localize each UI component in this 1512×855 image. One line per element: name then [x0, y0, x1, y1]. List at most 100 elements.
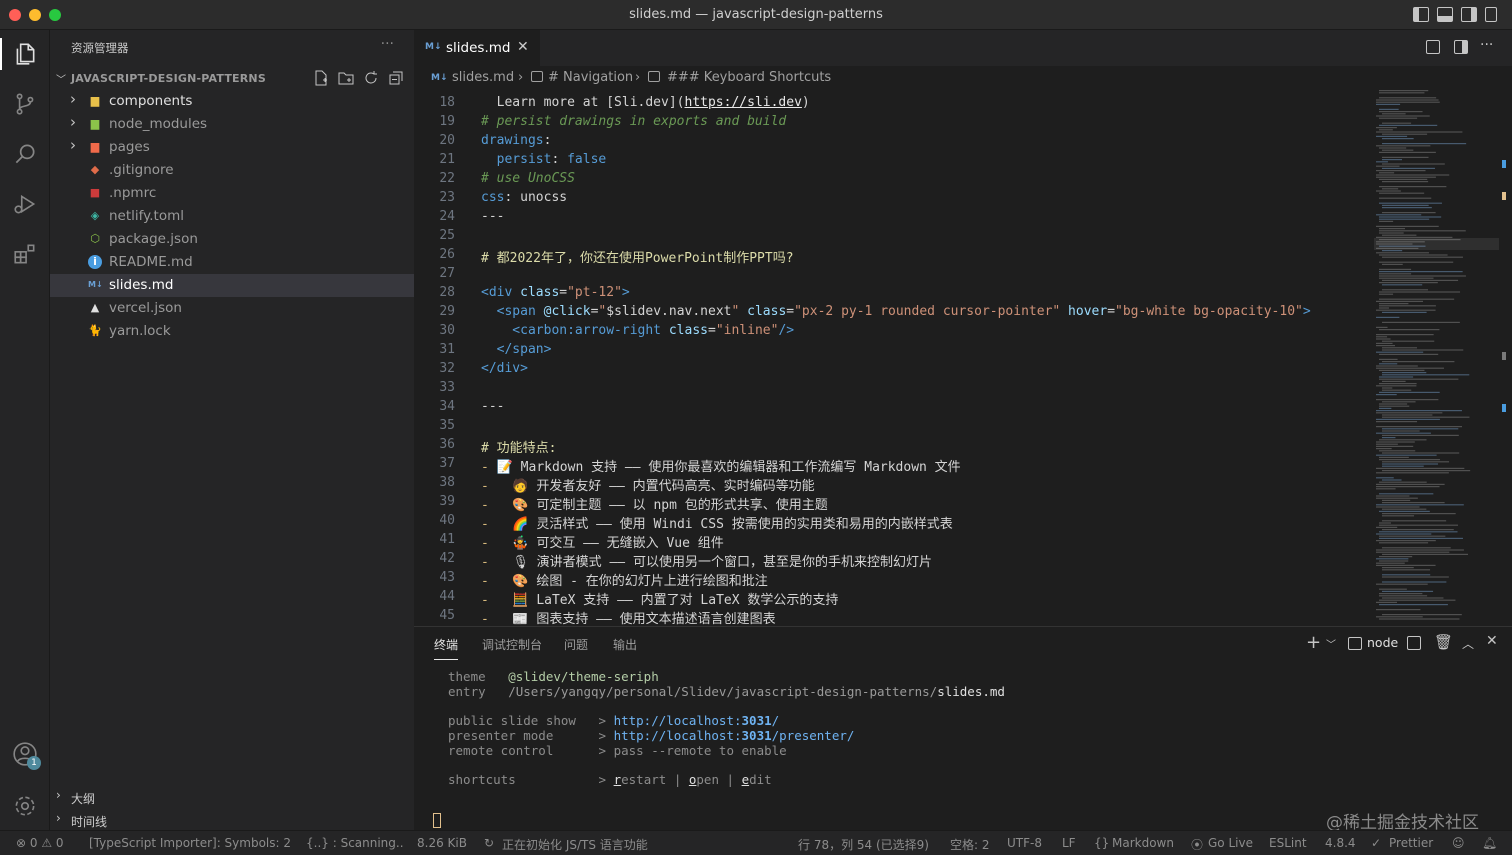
- close-panel-icon[interactable]: ✕: [1486, 633, 1498, 649]
- toggle-panel-icon[interactable]: [1437, 7, 1453, 22]
- refresh-icon[interactable]: [363, 70, 379, 86]
- line-number: 35: [439, 418, 455, 433]
- close-tab-icon[interactable]: ✕: [517, 39, 529, 55]
- tree-item-label: node_modules: [109, 116, 208, 132]
- split-editor-icon[interactable]: [1454, 40, 1468, 54]
- settings-gear-icon[interactable]: [11, 792, 39, 820]
- code-text: <div class="pt-12">: [481, 285, 630, 300]
- breadcrumb-subsection[interactable]: ### Keyboard Shortcuts: [667, 70, 831, 85]
- broadcast-icon: ⦿: [1191, 838, 1204, 852]
- code-text: - 📝 Markdown 支持 —— 使用你最喜欢的编辑器和工作流编写 Mark…: [481, 456, 961, 475]
- code-text: - 🧑 开发者友好 —— 内置代码高亮、实时编码等功能: [481, 475, 815, 494]
- tab-terminal[interactable]: 终端: [434, 636, 459, 660]
- active-indicator: [0, 38, 2, 70]
- prettier-status[interactable]: Prettier: [1389, 836, 1433, 850]
- terminal-line-public: public slide show > http://localhost:303…: [448, 713, 780, 728]
- line-number: 36: [439, 437, 455, 452]
- feedback-icon[interactable]: ☺: [1452, 836, 1465, 850]
- npm-icon: ■: [89, 186, 101, 199]
- tree-item[interactable]: ◆ .gitignore: [50, 159, 414, 182]
- chevron-right-icon: ›: [56, 788, 61, 802]
- tree-item[interactable]: › ▆ node_modules: [50, 113, 414, 136]
- search-icon[interactable]: [11, 140, 39, 168]
- tree-item[interactable]: 🐈 yarn.lock: [50, 320, 414, 343]
- code-token: # 都2022年了，你还在使用PowerPoint制作PPT吗?: [481, 251, 794, 266]
- code-token: # persist drawings in exports and build: [481, 114, 787, 129]
- code-token: -: [481, 593, 513, 608]
- more-actions-icon[interactable]: ···: [381, 36, 394, 52]
- terminal-name[interactable]: node: [1367, 635, 1398, 650]
- tab-problems[interactable]: 问题: [564, 636, 588, 653]
- file-size-status: 8.26 KiB: [417, 836, 467, 850]
- timeline-section[interactable]: › 时间线: [50, 809, 414, 831]
- extensions-icon[interactable]: [11, 240, 39, 268]
- source-control-icon[interactable]: [11, 90, 39, 118]
- importer-status[interactable]: [TypeScript Importer]: Symbols: 2: [89, 836, 291, 850]
- more-actions-icon[interactable]: ···: [1480, 37, 1493, 53]
- tree-item[interactable]: › ▆ components: [50, 90, 414, 113]
- code-token: -: [481, 612, 513, 626]
- code-line: 20 drawings:: [414, 133, 1374, 152]
- tree-item[interactable]: M↓ slides.md: [50, 274, 414, 297]
- tab-output[interactable]: 输出: [613, 636, 637, 653]
- eslint-status[interactable]: ESLint: [1269, 836, 1307, 850]
- code-token: : unocss: [504, 190, 568, 205]
- version-status[interactable]: 4.8.4: [1325, 836, 1356, 850]
- trash-icon[interactable]: 🗑: [1434, 633, 1453, 651]
- customize-layout-icon[interactable]: [1485, 7, 1497, 22]
- tree-item[interactable]: i README.md: [50, 251, 414, 274]
- chevron-down-icon[interactable]: ﹀: [1326, 636, 1336, 651]
- new-terminal-icon[interactable]: +: [1306, 632, 1321, 653]
- encoding-status[interactable]: UTF-8: [1007, 836, 1042, 850]
- collapse-all-icon[interactable]: [388, 70, 404, 86]
- notifications-bell-icon[interactable]: 🔔︎: [1482, 836, 1497, 850]
- line-number: 19: [439, 114, 455, 129]
- new-folder-icon[interactable]: [338, 70, 354, 86]
- line-number: 30: [439, 323, 455, 338]
- project-header[interactable]: ﹀ JAVASCRIPT-DESIGN-PATTERNS: [50, 68, 414, 90]
- tab-slides-md[interactable]: M↓ slides.md ✕: [414, 30, 540, 66]
- tree-item[interactable]: ⬡ package.json: [50, 228, 414, 251]
- tree-item[interactable]: ◈ netlify.toml: [50, 205, 414, 228]
- language-init-status[interactable]: 正在初始化 JS/TS 语言功能: [502, 836, 648, 853]
- editor-tabs: M↓ slides.md ✕ ···: [414, 30, 1512, 66]
- terminal-line-shortcuts: shortcuts > restart | open | edit: [448, 772, 772, 787]
- toggle-sidebar-icon[interactable]: [1413, 7, 1429, 22]
- outline-section[interactable]: › 大纲: [50, 786, 414, 808]
- problems-status[interactable]: ⊗ 0 ⚠ 0: [16, 836, 64, 850]
- minimap[interactable]: [1374, 90, 1512, 626]
- eol-status[interactable]: LF: [1062, 836, 1076, 850]
- go-live-status[interactable]: Go Live: [1208, 836, 1253, 850]
- explorer-icon[interactable]: [11, 40, 39, 68]
- line-number: 37: [439, 456, 455, 471]
- tree-item[interactable]: › ▆ pages: [50, 136, 414, 159]
- line-number: 28: [439, 285, 455, 300]
- breadcrumb-section[interactable]: # Navigation: [548, 70, 633, 85]
- tree-item-label: yarn.lock: [109, 323, 171, 339]
- code-line: 27: [414, 266, 1374, 285]
- code-line: 29 <span @click="$slidev.nav.next" class…: [414, 304, 1374, 323]
- terminal-icon: [1348, 637, 1362, 650]
- account-icon[interactable]: 1: [11, 740, 41, 770]
- scanning-status[interactable]: {..} : Scanning..: [306, 836, 404, 850]
- language-mode-status[interactable]: Markdown: [1112, 836, 1174, 850]
- code-editor[interactable]: 18 Learn more at [Sli.dev](https://sli.d…: [414, 90, 1374, 626]
- toggle-secondary-sidebar-icon[interactable]: [1461, 7, 1477, 22]
- code-token: :: [543, 133, 552, 148]
- open-preview-icon[interactable]: [1426, 40, 1440, 54]
- code-line: 32 </div>: [414, 361, 1374, 380]
- tree-item[interactable]: ■ .npmrc: [50, 182, 414, 205]
- code-line: 23 css: unocss: [414, 190, 1374, 209]
- indentation-status[interactable]: 空格: 2: [950, 836, 990, 853]
- code-line: 41 - 🤹 可交互 —— 无缝嵌入 Vue 组件: [414, 532, 1374, 551]
- split-terminal-icon[interactable]: [1407, 636, 1421, 650]
- maximize-panel-icon[interactable]: ︿: [1462, 635, 1474, 652]
- new-file-icon[interactable]: [313, 70, 329, 86]
- chevron-right-icon: ›: [70, 113, 76, 131]
- tree-item[interactable]: ▲ vercel.json: [50, 297, 414, 320]
- run-debug-icon[interactable]: [11, 190, 39, 218]
- terminal-line-entry: entry /Users/yangqy/personal/Slidev/java…: [448, 684, 1005, 699]
- breadcrumb-file[interactable]: slides.md: [452, 70, 514, 85]
- cursor-position-status[interactable]: 行 78，列 54 (已选择9): [798, 836, 929, 853]
- tab-debug-console[interactable]: 调试控制台: [482, 636, 542, 653]
